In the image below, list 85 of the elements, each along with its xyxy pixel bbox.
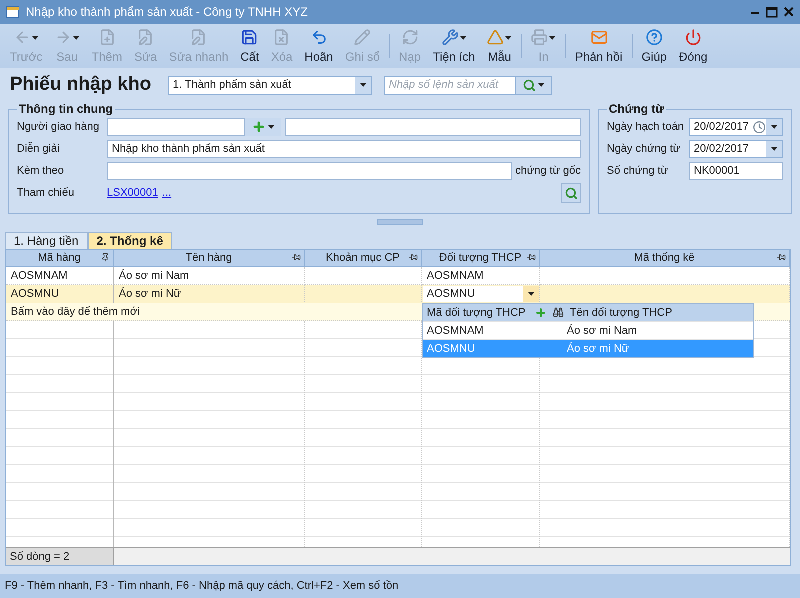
reference-link[interactable]: LSX00001 [107,187,158,199]
grid-row[interactable]: AOSMNU Áo sơ mi Nữ AOSMNU [6,285,790,303]
caret-icon [32,36,39,40]
file-edit-icon [137,29,154,46]
pin-icon[interactable] [292,253,301,262]
form-title: Phiếu nhập kho [10,74,152,96]
search-icon [522,78,536,92]
field-label: Ngày chứng từ [607,143,682,155]
deliverer-code-field[interactable] [107,118,245,136]
maximize-icon[interactable] [766,6,778,18]
toolbar-button[interactable]: Phản hồi [569,24,629,68]
pencil-icon [354,29,372,46]
help-icon [646,29,663,46]
file-edit-icon [190,29,208,46]
field-label: Kèm theo [17,165,66,177]
column-header[interactable]: Đối tượng THCP [422,250,540,267]
power-icon [684,29,702,46]
pin-icon[interactable] [777,253,786,262]
toolbar-button[interactable]: Tiện ích [427,24,482,68]
collapse-handle[interactable] [377,219,423,225]
date-field[interactable]: 20/02/2017 [689,118,783,136]
close-icon[interactable] [784,7,794,17]
refresh-icon [402,29,419,46]
undo-icon [310,29,328,46]
status-bar: F9 - Thêm nhanh, F3 - Tìm nhanh, F6 - Nhập mã quy cách, Ctrl+F2 - Xem số tồn [0,574,800,598]
triangle-ruler-icon [487,29,504,46]
pin-icon[interactable] [409,253,418,262]
column-header[interactable]: Mã hàng [6,250,114,267]
column-header: Mã đối tượng THCP [426,306,527,320]
add-reference-button[interactable] [561,183,581,203]
caret-icon [268,125,274,129]
column-header[interactable]: Mã thống kê [540,250,790,267]
file-plus-icon [98,29,116,46]
deliverer-name-field[interactable] [285,118,581,136]
caret-icon [538,83,544,87]
field-label: Người giao hàng [17,121,100,133]
printer-icon [531,29,548,46]
toolbar-button[interactable]: Giúp [636,24,674,68]
column-header[interactable]: Tên hàng [114,250,305,267]
clock-icon [753,120,766,134]
row-count: Số dòng = 2 [6,548,114,565]
window-title: Nhập kho thành phẩm sản xuất - Công ty TNHH XYZ [26,5,309,19]
voucher-number-field[interactable]: NK00001 [689,162,783,180]
panel-title: Chứng từ [608,102,666,116]
caret-icon [360,83,366,87]
voucher-type-select[interactable]: 1. Thành phẩm sản xuất [168,76,372,94]
field-label: Ngày hạch toán [607,121,685,133]
caret-icon [770,147,778,151]
pin-icon[interactable] [101,253,110,262]
plus-icon [252,120,266,134]
search-icon [564,186,578,200]
field-label: Số chứng từ [607,165,670,177]
attachment-count-field[interactable] [107,162,512,180]
lookup-button[interactable] [245,118,281,136]
date-field[interactable]: 20/02/2017 [689,140,783,158]
file-delete-icon [273,29,290,46]
caret-icon [505,36,512,40]
order-search-field[interactable]: Nhập số lệnh sản xuất [384,76,516,94]
panel-title: Thông tin chung [18,102,114,116]
tab[interactable]: 1. Hàng tiền [5,232,88,249]
field-suffix: chứng từ gốc [516,165,581,177]
toolbar-button[interactable]: Cất [234,24,266,68]
pin-icon[interactable] [527,253,536,262]
cell-editor[interactable]: AOSMNU [423,286,539,302]
caret-icon [72,36,80,40]
grid-row[interactable]: AOSMNAM Áo sơ mi Nam AOSMNAM [6,267,790,285]
toolbar-button[interactable]: Mẫu [481,24,518,68]
binoculars-icon[interactable] [553,307,564,318]
caret-icon [460,36,467,40]
caret-icon [528,292,534,296]
wrench-icon [442,29,459,46]
description-field[interactable]: Nhập kho thành phẩm sản xuất [107,140,581,158]
column-header: Tên đối tượng THCP [570,306,672,318]
more-link[interactable]: ... [162,187,172,199]
caret-icon [549,36,556,40]
toolbar-button[interactable]: Đóng [673,24,714,68]
column-header[interactable]: Khoản mục CP [305,250,422,267]
field-label: Tham chiếu [17,187,76,199]
search-button[interactable] [516,76,552,94]
caret-icon [770,125,778,129]
field-label: Diễn giải [17,143,61,155]
toolbar-button[interactable]: Hoãn [298,24,340,68]
envelope-icon [590,29,608,46]
app-icon [6,5,20,19]
tab[interactable]: 2. Thống kê [88,232,172,249]
